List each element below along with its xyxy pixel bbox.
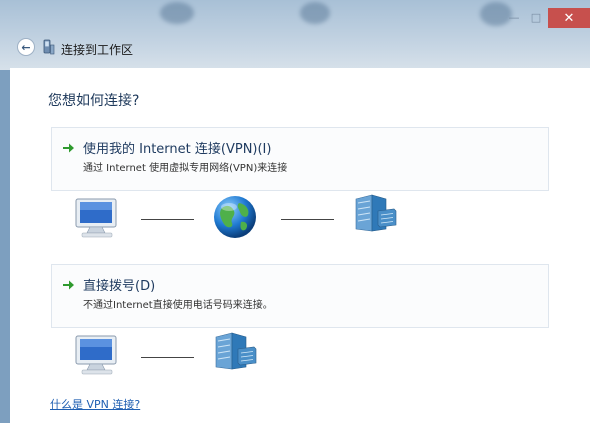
server-icon	[215, 332, 257, 370]
back-arrow-icon: ←	[21, 40, 31, 54]
connection-line	[281, 219, 334, 220]
green-arrow-icon	[63, 280, 74, 290]
close-button[interactable]: ✕	[548, 8, 590, 28]
network-phone-icon	[43, 39, 55, 55]
option-vpn-title: 使用我的 Internet 连接(VPN)(I)	[83, 142, 272, 157]
dialog-title: 连接到工作区	[61, 43, 134, 57]
connection-question: 您想如何连接?	[48, 93, 140, 109]
server-icon	[355, 194, 397, 232]
option-dialup[interactable]: 直接拨号(D) 不通过Internet直接使用电话号码来连接。	[51, 264, 549, 328]
computer-icon	[75, 335, 117, 375]
green-arrow-icon	[63, 143, 74, 153]
connection-line	[141, 357, 194, 358]
option-vpn-description: 通过 Internet 使用虚拟专用网络(VPN)来连接	[83, 163, 288, 174]
desktop-icon-blur	[160, 2, 194, 24]
minimize-button[interactable]: —	[505, 9, 523, 25]
globe-icon	[214, 196, 256, 238]
option-dialup-title: 直接拨号(D)	[83, 279, 156, 294]
what-is-vpn-link[interactable]: 什么是 VPN 连接?	[50, 396, 140, 412]
back-button[interactable]: ←	[17, 38, 35, 56]
connection-line	[141, 219, 194, 220]
desktop-icon-blur	[300, 2, 330, 24]
option-vpn[interactable]: 使用我的 Internet 连接(VPN)(I) 通过 Internet 使用虚…	[51, 127, 549, 191]
option-dialup-description: 不通过Internet直接使用电话号码来连接。	[83, 300, 273, 311]
maximize-button[interactable]: □	[527, 9, 545, 25]
computer-icon	[75, 198, 117, 238]
